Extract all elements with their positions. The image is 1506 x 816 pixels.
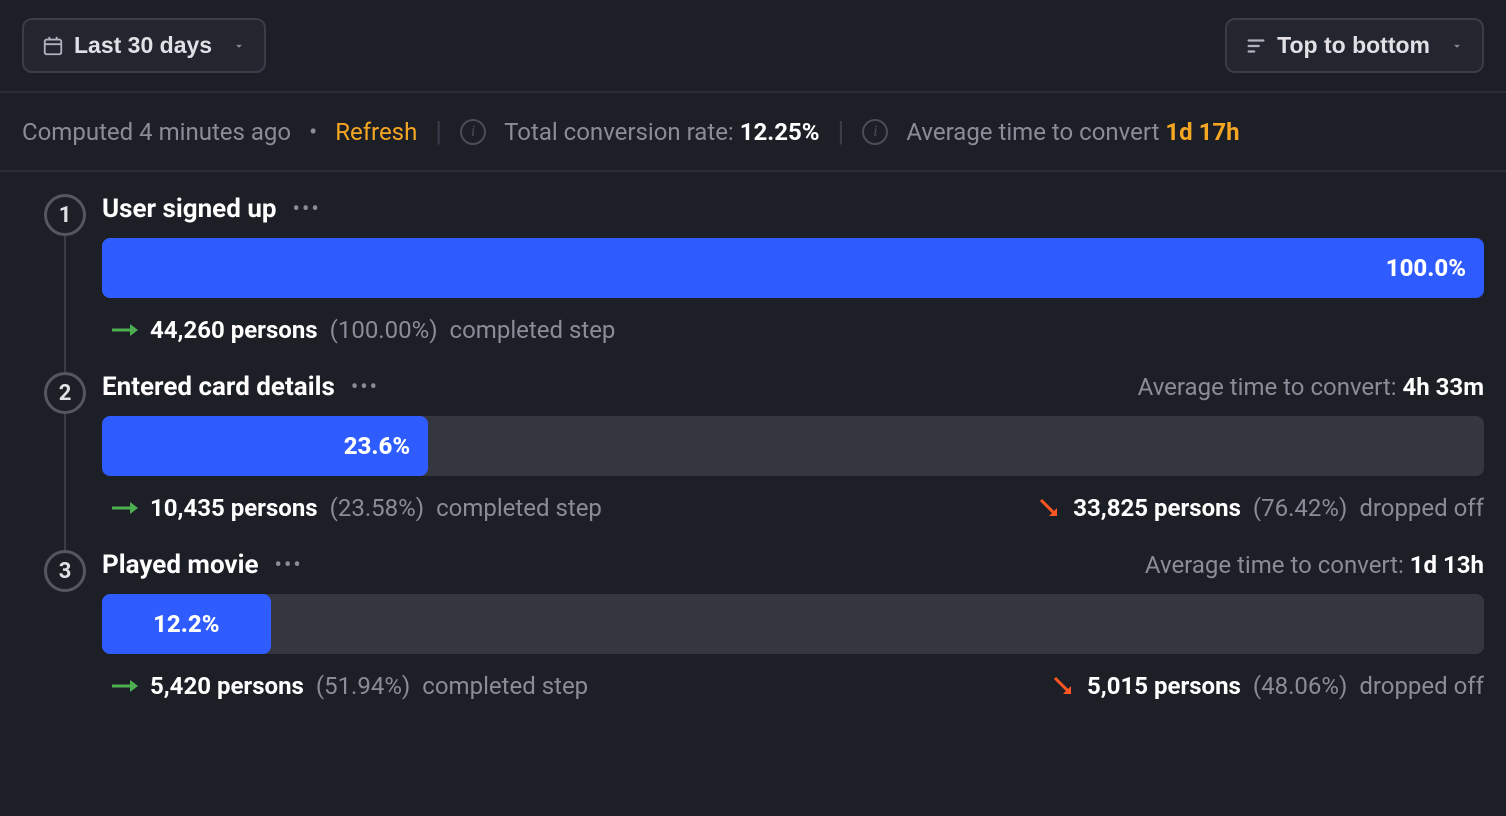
- completed-stat[interactable]: 10,435 persons (23.58%) completed step: [110, 494, 602, 522]
- date-range-button[interactable]: Last 30 days: [22, 18, 266, 73]
- completed-pct: (23.58%): [330, 494, 424, 522]
- avg-time-label: Average time to convert: [906, 118, 1159, 146]
- divider: |: [837, 115, 844, 148]
- avg-time-label: Average time to convert:: [1138, 373, 1397, 401]
- step-title: Played movie: [102, 550, 259, 580]
- step-marker: 2: [44, 372, 86, 414]
- arrow-down-right-icon: [1037, 496, 1061, 520]
- completed-pct: (51.94%): [316, 672, 410, 700]
- completed-pct: (100.00%): [330, 316, 438, 344]
- conversion-bar-fill: 12.2%: [102, 594, 271, 654]
- chevron-down-icon: [232, 32, 246, 59]
- step-title: Entered card details: [102, 372, 335, 402]
- bar-label: 100.0%: [1386, 254, 1466, 282]
- more-icon[interactable]: •••: [293, 197, 321, 222]
- dropped-stat[interactable]: 5,015 persons (48.06%) dropped off: [1051, 672, 1484, 700]
- completed-stat[interactable]: 5,420 persons (51.94%) completed step: [110, 672, 588, 700]
- arrow-right-icon: [110, 498, 138, 518]
- dropped-suffix: dropped off: [1359, 494, 1484, 522]
- more-icon[interactable]: •••: [351, 375, 379, 400]
- dropped-pct: (48.06%): [1253, 672, 1347, 700]
- funnel-steps: 1 User signed up ••• 100.0% 44,260 perso…: [0, 172, 1506, 706]
- info-icon[interactable]: i: [460, 119, 486, 145]
- info-icon[interactable]: i: [862, 119, 888, 145]
- avg-time-value: 4h 33m: [1402, 373, 1484, 401]
- bar-label: 23.6%: [344, 432, 410, 460]
- calendar-icon: [42, 35, 64, 57]
- date-range-label: Last 30 days: [74, 32, 212, 59]
- dropped-persons: 33,825 persons: [1073, 494, 1241, 522]
- avg-time-value: 1d 13h: [1410, 551, 1484, 579]
- conversion-bar[interactable]: 23.6%: [102, 416, 1484, 476]
- step-title: User signed up: [102, 194, 277, 224]
- arrow-right-icon: [110, 320, 138, 340]
- conversion-bar[interactable]: 12.2%: [102, 594, 1484, 654]
- completed-persons: 5,420 persons: [150, 672, 304, 700]
- layout-button[interactable]: Top to bottom: [1225, 18, 1484, 73]
- completed-stat[interactable]: 44,260 persons (100.00%) completed step: [110, 316, 615, 344]
- bar-label: 12.2%: [153, 610, 219, 638]
- conversion-bar-fill: 100.0%: [102, 238, 1484, 298]
- summary-bar: Computed 4 minutes ago • Refresh | i Tot…: [0, 93, 1506, 172]
- conversion-bar-fill: 23.6%: [102, 416, 428, 476]
- computed-text: Computed 4 minutes ago: [22, 118, 291, 146]
- arrow-down-right-icon: [1051, 674, 1075, 698]
- dropped-suffix: dropped off: [1359, 672, 1484, 700]
- topbar: Last 30 days Top to bottom: [0, 0, 1506, 93]
- conversion-bar[interactable]: 100.0%: [102, 238, 1484, 298]
- completed-suffix: completed step: [422, 672, 588, 700]
- step-connector: [64, 414, 66, 568]
- funnel-step: 2 Entered card details ••• Average time …: [22, 372, 1484, 528]
- total-conversion-label: Total conversion rate:: [504, 118, 734, 146]
- dropped-persons: 5,015 persons: [1087, 672, 1241, 700]
- completed-suffix: completed step: [436, 494, 602, 522]
- avg-time-label: Average time to convert:: [1145, 551, 1404, 579]
- refresh-link[interactable]: Refresh: [335, 118, 417, 146]
- completed-suffix: completed step: [450, 316, 616, 344]
- layout-label: Top to bottom: [1277, 32, 1430, 59]
- divider: |: [435, 115, 442, 148]
- step-marker: 3: [44, 550, 86, 592]
- step-avg-time: Average time to convert: 1d 13h: [1145, 551, 1484, 579]
- dropped-stat[interactable]: 33,825 persons (76.42%) dropped off: [1037, 494, 1484, 522]
- more-icon[interactable]: •••: [275, 553, 303, 578]
- step-connector: [64, 236, 66, 390]
- sort-icon: [1245, 35, 1267, 57]
- dot-separator: •: [309, 118, 317, 146]
- step-marker: 1: [44, 194, 86, 236]
- chevron-down-icon: [1450, 32, 1464, 59]
- funnel-step: 1 User signed up ••• 100.0% 44,260 perso…: [22, 194, 1484, 350]
- completed-persons: 10,435 persons: [150, 494, 318, 522]
- total-conversion-value: 12.25%: [740, 118, 820, 146]
- arrow-right-icon: [110, 676, 138, 696]
- completed-persons: 44,260 persons: [150, 316, 318, 344]
- avg-time-value: 1d 17h: [1165, 118, 1239, 146]
- dropped-pct: (76.42%): [1253, 494, 1347, 522]
- funnel-step: 3 Played movie ••• Average time to conve…: [22, 550, 1484, 706]
- step-avg-time: Average time to convert: 4h 33m: [1138, 373, 1484, 401]
